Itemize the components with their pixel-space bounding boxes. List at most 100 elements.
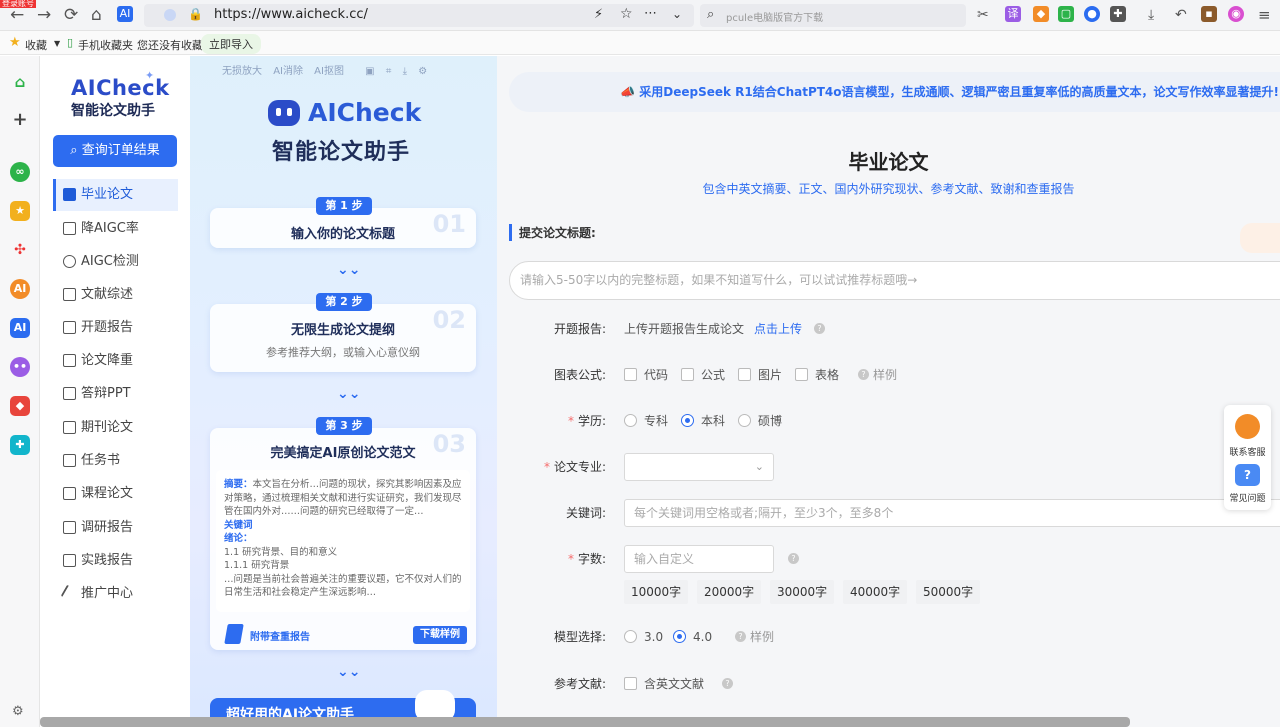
nav-literature-review[interactable]: 文献综述	[53, 279, 178, 311]
upload-link[interactable]: 点击上传	[754, 314, 802, 344]
major-select[interactable]: ⌄	[624, 453, 774, 481]
link-app-icon[interactable]: ∞	[10, 162, 30, 182]
bookmark-fav[interactable]: 收藏	[25, 37, 47, 53]
query-order-button[interactable]: ⌕ 查询订单结果	[53, 135, 177, 167]
tool-cutout[interactable]: AI抠图	[314, 66, 344, 77]
words-input[interactable]: 输入自定义	[624, 545, 774, 573]
nav-defense-ppt[interactable]: 答辩PPT	[53, 378, 178, 410]
undo-icon[interactable]: ↶	[1175, 5, 1187, 25]
nav-promotion-center[interactable]: 推广中心	[53, 578, 178, 610]
chart-sample-link[interactable]: 样例	[873, 360, 897, 390]
nav-course-paper[interactable]: 课程论文	[53, 478, 178, 510]
star-icon[interactable]: ☆	[620, 6, 633, 22]
chevron-down-icon: ⌄⌄	[337, 262, 361, 278]
word-opt-30000[interactable]: 30000字	[770, 580, 835, 604]
download-sample-button[interactable]: 下载样例	[413, 626, 467, 644]
nav-proposal[interactable]: 开题报告	[53, 312, 178, 344]
add-icon[interactable]: +	[10, 110, 30, 130]
nav-label: 课程论文	[81, 486, 134, 501]
bookmark-mobile[interactable]: 手机收藏夹	[78, 37, 133, 53]
menu-icon[interactable]: ≡	[1258, 5, 1271, 25]
word-opt-50000[interactable]: 50000字	[916, 580, 981, 604]
ai-app-icon[interactable]: AI	[10, 279, 30, 299]
faq-label[interactable]: 常见问题	[1224, 491, 1271, 504]
game-app-icon[interactable]: ◆	[10, 396, 30, 416]
help-icon[interactable]: ?	[735, 631, 746, 642]
checkbox-formula[interactable]	[681, 368, 694, 381]
tool-crop-icon[interactable]: ⌗	[386, 66, 392, 77]
title-input[interactable]: 请输入5-50字以内的完整标题，如果不知道写什么，可以试试推荐标题哦→	[509, 261, 1280, 300]
briefcase-icon[interactable]: ▪	[1201, 6, 1217, 22]
nav-survey-report[interactable]: 调研报告	[53, 512, 178, 544]
word-opt-10000[interactable]: 10000字	[624, 580, 689, 604]
step-title: 输入你的论文标题	[290, 227, 395, 242]
radio-bachelor[interactable]	[681, 414, 694, 427]
scissors-icon[interactable]: ✂	[977, 5, 989, 25]
lightning-icon[interactable]: ⚡	[594, 7, 603, 22]
nav-label: 任务书	[81, 453, 121, 468]
star-app-icon[interactable]: ★	[10, 201, 30, 221]
customer-service-icon[interactable]	[1235, 414, 1260, 439]
ref-row: 参考文献: 含英文文献 ?	[497, 669, 1280, 699]
nav-label: 降AIGC率	[81, 221, 139, 236]
recommend-title-button[interactable]	[1240, 223, 1280, 253]
nav-practice-report[interactable]: 实践报告	[53, 545, 178, 577]
faq-icon[interactable]: ?	[1235, 464, 1260, 486]
horizontal-scrollbar[interactable]	[40, 717, 1130, 727]
profile-icon[interactable]: ◉	[1228, 6, 1244, 22]
robot-app-icon[interactable]: ••	[10, 357, 30, 377]
back-icon[interactable]: ←	[10, 5, 24, 25]
reload-icon[interactable]: ⟳	[64, 5, 78, 25]
nav-task-book[interactable]: 任务书	[53, 445, 178, 477]
aicheck-app-icon[interactable]: AI	[10, 318, 30, 338]
model-sample-link[interactable]: 样例	[750, 622, 774, 652]
tool-upscale[interactable]: 无损放大	[222, 66, 262, 77]
address-bar[interactable]: 🔒 https://www.aicheck.cc/ ⚡ ☆ ⋯ ⌄	[144, 4, 694, 27]
translate-icon[interactable]: 译	[1005, 6, 1021, 22]
home-icon[interactable]: ⌂	[91, 5, 102, 25]
nav-graduation-thesis[interactable]: 毕业论文	[53, 179, 178, 211]
ref-opt: 含英文文献	[644, 677, 705, 691]
home-rail-icon[interactable]: ⌂	[10, 72, 30, 92]
download-icon[interactable]: ⤓	[1148, 5, 1154, 25]
nav-aigc-detect[interactable]: AIGC检测	[53, 246, 178, 278]
fav-dropdown-icon[interactable]: ▼	[54, 39, 60, 48]
network-app-icon[interactable]: ✣	[10, 240, 30, 260]
forward-icon[interactable]: →	[37, 5, 51, 25]
checkbox-code[interactable]	[624, 368, 637, 381]
browser-ext-icon[interactable]: ●	[1084, 6, 1100, 22]
word-opt-20000[interactable]: 20000字	[697, 580, 762, 604]
tool-image-icon[interactable]: ▣	[365, 66, 374, 77]
game-ext-icon[interactable]: ◆	[1033, 6, 1049, 22]
plus-app-icon[interactable]: ✚	[10, 435, 30, 455]
checkbox-english-refs[interactable]	[624, 677, 637, 690]
more-icon[interactable]: ⋯	[644, 6, 657, 21]
checkbox-table[interactable]	[795, 368, 808, 381]
import-button[interactable]: 立即导入	[201, 34, 261, 54]
degree-label-text: 学历:	[577, 414, 606, 428]
nav-journal-paper[interactable]: 期刊论文	[53, 412, 178, 444]
help-icon[interactable]: ?	[814, 323, 825, 334]
chat-ext-icon[interactable]: ▢	[1058, 6, 1074, 22]
chevron-down-icon[interactable]: ⌄	[672, 7, 682, 21]
help-icon[interactable]: ?	[858, 369, 869, 380]
search-box[interactable]: ⌕ pcule电脑版官方下载	[700, 4, 966, 27]
help-icon[interactable]: ?	[722, 678, 733, 689]
radio-model-4[interactable]	[673, 630, 686, 643]
tool-erase[interactable]: AI消除	[273, 66, 303, 77]
nav-deduplicate[interactable]: 论文降重	[53, 345, 178, 377]
puzzle-icon[interactable]: ✚	[1110, 6, 1126, 22]
nav-label: AIGC检测	[81, 254, 139, 269]
checkbox-image[interactable]	[738, 368, 751, 381]
radio-model-3[interactable]	[624, 630, 637, 643]
help-icon[interactable]: ?	[788, 553, 799, 564]
service-label[interactable]: 联系客服	[1224, 445, 1271, 458]
settings-icon[interactable]: ⚙	[12, 704, 24, 719]
keywords-input[interactable]: 每个关键词用空格或者;隔开，至少3个，至多8个	[624, 499, 1280, 527]
radio-junior-college[interactable]	[624, 414, 637, 427]
word-opt-40000[interactable]: 40000字	[843, 580, 908, 604]
radio-master-phd[interactable]	[738, 414, 751, 427]
nav-reduce-aigc[interactable]: 降AIGC率	[53, 213, 178, 245]
tool-save-icon[interactable]: ⤓	[403, 66, 407, 77]
tool-settings-icon[interactable]: ⚙	[418, 66, 427, 77]
